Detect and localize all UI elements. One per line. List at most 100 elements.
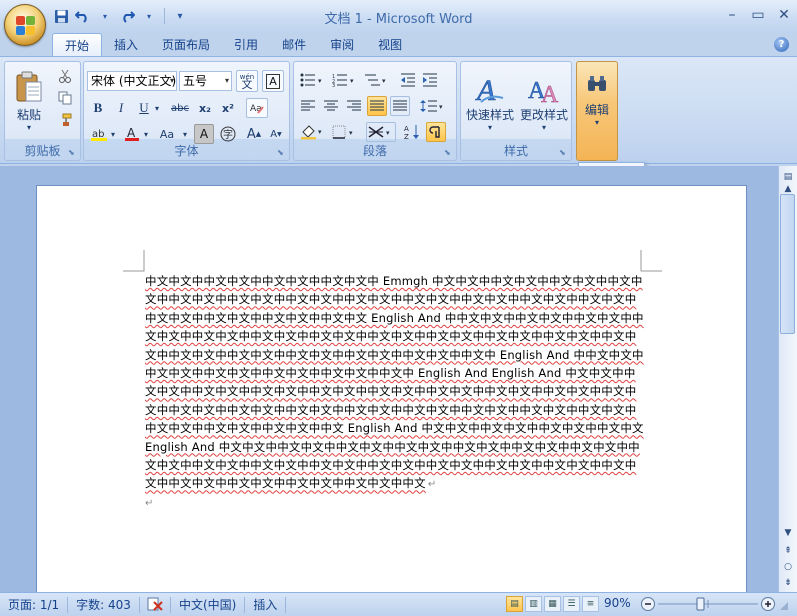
word-count[interactable]: 字数: 403 [68, 596, 140, 613]
full-screen-reading-view-icon[interactable]: ▥ [525, 596, 542, 612]
browse-object-icon[interactable]: ○ [781, 560, 795, 574]
paragraph-group-label: 段落 [362, 144, 387, 158]
font-size-combo[interactable]: 五号 ▾ [179, 71, 232, 91]
underline-button[interactable]: U [134, 98, 154, 118]
print-layout-view-icon[interactable]: ▤ [506, 596, 523, 612]
multilevel-list-icon[interactable]: ▾ [362, 70, 390, 90]
window-title: 文档 1 - Microsoft Word [324, 12, 473, 27]
scroll-down-arrow[interactable]: ▼ [781, 526, 795, 540]
minimize-button[interactable]: – [723, 6, 741, 24]
office-logo-icon [16, 16, 36, 36]
cut-icon[interactable] [55, 66, 75, 86]
borders-icon[interactable]: ▾ [330, 122, 360, 142]
paragraph-group: ▾ 1 2 3 ▾ ▾ ▾ ▾ ▾ ▾ A Z 段落 ⬊ [293, 61, 457, 161]
paste-dropdown-icon: ▾ [26, 123, 31, 132]
tab-insert[interactable]: 插入 [102, 33, 150, 57]
styles-launcher-icon[interactable]: ⬊ [559, 148, 568, 157]
subscript-button[interactable]: x₂ [195, 98, 215, 118]
justify-icon[interactable] [367, 96, 387, 116]
svg-text:A: A [541, 82, 559, 106]
phonetic-guide-button[interactable]: wén 文 [236, 70, 258, 92]
superscript-button[interactable]: x² [218, 98, 238, 118]
highlight-icon[interactable]: ab [88, 124, 110, 144]
close-button[interactable]: ✕ [775, 6, 793, 24]
previous-page-icon[interactable]: ⇞ [781, 544, 795, 558]
change-styles-label: 更改样式 [519, 108, 568, 122]
help-icon[interactable]: ? [774, 37, 789, 52]
shrink-font-button[interactable]: A ▼ [266, 124, 286, 144]
tab-references[interactable]: 引用 [222, 33, 270, 57]
increase-indent-icon[interactable] [420, 70, 440, 90]
maximize-button[interactable]: ▭ [749, 6, 767, 24]
highlight-dropdown-icon[interactable]: ▾ [108, 124, 118, 144]
title-bar: ▾ ▾ ▾ 文档 1 - Microsoft Word – ▭ ✕ [0, 0, 797, 33]
quick-styles-label: 快速样式 [465, 108, 514, 122]
bold-button[interactable]: B [88, 98, 108, 118]
change-case-button[interactable]: Aa [154, 124, 180, 144]
zoom-level[interactable]: 90% [604, 596, 631, 610]
grow-font-button[interactable]: A ▲ [244, 124, 264, 144]
quick-styles-button[interactable]: A 快速样式 ▾ [464, 66, 516, 138]
distributed-icon[interactable] [390, 96, 410, 116]
tab-page-layout[interactable]: 页面布局 [150, 33, 222, 57]
align-right-icon[interactable] [344, 96, 364, 116]
chevron-down-icon: ▾ [169, 76, 174, 85]
tab-view[interactable]: 视图 [366, 33, 414, 57]
enclose-characters-icon[interactable]: 字 [218, 124, 238, 144]
italic-button[interactable]: I [111, 98, 131, 118]
decrease-indent-icon[interactable] [398, 70, 418, 90]
show-marks-icon[interactable] [426, 122, 446, 142]
tab-mailings[interactable]: 邮件 [270, 33, 318, 57]
web-layout-view-icon[interactable]: ▦ [544, 596, 561, 612]
format-painter-icon[interactable] [55, 110, 75, 130]
editing-button[interactable]: 编辑 ▾ [577, 66, 617, 136]
paste-button[interactable]: 粘贴 ▾ [9, 66, 49, 136]
proofing-icon[interactable] [140, 596, 171, 613]
office-button[interactable] [4, 4, 46, 46]
chinese-layout-icon[interactable]: ▾ [366, 122, 396, 142]
font-name-combo[interactable]: 宋体 (中文正文) ▾ [87, 71, 177, 91]
font-color-icon[interactable]: A [122, 124, 142, 144]
document-text[interactable]: 中文中文中中文中文中中文中文中中文中文中 Emmgh 中文中文中中文中文中中文中… [145, 272, 645, 495]
align-left-icon[interactable] [298, 96, 318, 116]
scroll-thumb[interactable] [780, 194, 795, 334]
change-styles-icon: AA [528, 78, 560, 106]
svg-text:▾: ▾ [349, 129, 353, 137]
zoom-slider[interactable] [640, 596, 790, 612]
page-count[interactable]: 页面: 1/1 [0, 596, 69, 613]
clear-formatting-icon[interactable]: Aa [246, 98, 268, 118]
sort-icon[interactable]: AZ [402, 122, 422, 142]
svg-text:Z: Z [404, 133, 409, 140]
outline-view-icon[interactable]: ☰ [563, 596, 580, 612]
numbering-icon[interactable]: 1 2 3 ▾ [330, 70, 358, 90]
line-spacing-icon[interactable]: ▾ [418, 96, 446, 116]
shading-icon[interactable]: ▾ [298, 122, 326, 142]
font-color-dropdown-icon[interactable]: ▾ [141, 124, 151, 144]
svg-text:A: A [475, 74, 496, 106]
tab-review[interactable]: 审阅 [318, 33, 366, 57]
paragraph-launcher-icon[interactable]: ⬊ [444, 148, 453, 157]
language-indicator[interactable]: 中文(中国) [171, 596, 246, 613]
editing-group-button[interactable]: 编辑 ▾ [576, 61, 618, 161]
bullets-icon[interactable]: ▾ [298, 70, 326, 90]
draft-view-icon[interactable]: ≡ [582, 596, 599, 612]
copy-icon[interactable] [55, 88, 75, 108]
underline-dropdown-icon[interactable]: ▾ [152, 98, 162, 118]
clipboard-launcher-icon[interactable]: ⬊ [68, 148, 77, 157]
document-body-text: 中文中文中中文中文中中文中文中中文中文中 Emmgh 中文中文中中文中文中中文中… [145, 274, 644, 491]
insert-mode-indicator[interactable]: 插入 [245, 596, 287, 613]
character-border-button[interactable]: A [262, 70, 284, 92]
align-center-icon[interactable] [321, 96, 341, 116]
strikethrough-button[interactable]: abc [168, 98, 192, 118]
tab-home[interactable]: 开始 [52, 33, 103, 57]
font-launcher-icon[interactable]: ⬊ [277, 148, 286, 157]
svg-text:▾: ▾ [382, 77, 386, 85]
character-shading-icon[interactable]: A [194, 124, 214, 144]
document-page[interactable]: 中文中文中中文中文中中文中文中中文中文中 Emmgh 中文中文中中文中文中中文中… [36, 185, 747, 595]
styles-group-label: 样式 [503, 144, 528, 158]
next-page-icon[interactable]: ⇟ [781, 576, 795, 590]
vertical-scrollbar[interactable]: ▤ ▲ ▼ ⇞ ○ ⇟ [778, 166, 797, 592]
change-styles-button[interactable]: AA 更改样式 ▾ [517, 66, 571, 138]
change-case-dropdown-icon[interactable]: ▾ [180, 124, 190, 144]
margin-corner-top-left [123, 250, 145, 272]
